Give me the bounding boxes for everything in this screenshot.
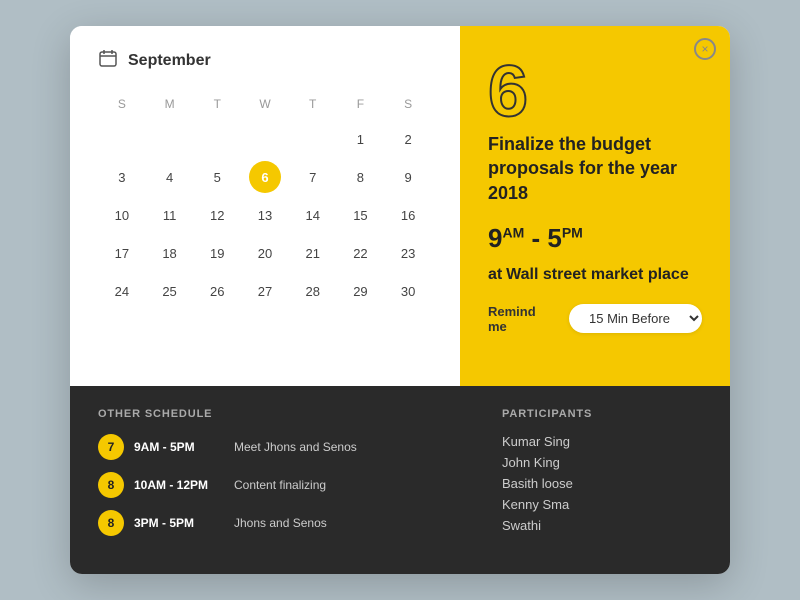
- day-labels-row: S M T W T F S: [98, 93, 432, 115]
- participant-names-list: Kumar Sing John King Basith loose Kenny Sma…: [502, 434, 702, 533]
- cal-date-5[interactable]: 5: [201, 161, 233, 193]
- schedule-badge: 8: [98, 510, 124, 536]
- participant-name: Swathi: [502, 518, 702, 533]
- cal-date-19[interactable]: 19: [201, 237, 233, 269]
- calendar-month: September: [128, 52, 211, 70]
- schedule-time: 10AM - 12PM: [134, 478, 224, 492]
- cal-date-12[interactable]: 12: [201, 199, 233, 231]
- cal-date-20[interactable]: 20: [249, 237, 281, 269]
- cal-date-14[interactable]: 14: [297, 199, 329, 231]
- top-section: September S M T W T F S 1234567891011121…: [70, 26, 730, 386]
- cal-date-28[interactable]: 28: [297, 275, 329, 307]
- cal-date-1[interactable]: 1: [344, 123, 376, 155]
- calendar-dates: 1234567891011121314151617181920212223242…: [98, 121, 432, 347]
- calendar-header: September: [98, 48, 432, 73]
- event-side: × 6 Finalize the budget proposals for th…: [460, 26, 730, 386]
- cal-date-10[interactable]: 10: [106, 199, 138, 231]
- schedule-time: 3PM - 5PM: [134, 516, 224, 530]
- schedule-badge: 7: [98, 434, 124, 460]
- time-separator: -: [531, 223, 547, 253]
- cal-date-7[interactable]: 7: [297, 161, 329, 193]
- remind-select[interactable]: 15 Min Before30 Min Before1 Hour Before1…: [569, 304, 702, 333]
- modal: September S M T W T F S 1234567891011121…: [70, 26, 730, 574]
- schedule-item: 7 9AM - 5PM Meet Jhons and Senos: [98, 434, 482, 460]
- calendar-grid: S M T W T F S 12345678910111213141516171…: [98, 93, 432, 347]
- event-title: Finalize the budget proposals for the ye…: [488, 132, 702, 205]
- cal-date-3[interactable]: 3: [106, 161, 138, 193]
- time-end: 5: [547, 223, 561, 253]
- schedule-items-list: 7 9AM - 5PM Meet Jhons and Senos 8 10AM …: [98, 434, 482, 536]
- schedule-title: OTHER SCHEDULE: [98, 408, 482, 420]
- time-start-ampm: AM: [502, 224, 524, 240]
- participants-column: PARTICIPANTS Kumar Sing John King Basith l…: [502, 408, 702, 548]
- cal-date-16[interactable]: 16: [392, 199, 424, 231]
- cal-date-2[interactable]: 2: [392, 123, 424, 155]
- event-day-number: 6: [488, 56, 702, 128]
- schedule-item: 8 10AM - 12PM Content finalizing: [98, 472, 482, 498]
- remind-label: Remind me: [488, 304, 557, 334]
- remind-row: Remind me 15 Min Before30 Min Before1 Ho…: [488, 304, 702, 334]
- location-prefix: at: [488, 266, 502, 283]
- schedule-time: 9AM - 5PM: [134, 440, 224, 454]
- bottom-section: OTHER SCHEDULE 7 9AM - 5PM Meet Jhons an…: [70, 386, 730, 574]
- cal-date-24[interactable]: 24: [106, 275, 138, 307]
- cal-date-15[interactable]: 15: [344, 199, 376, 231]
- schedule-desc: Jhons and Senos: [234, 516, 327, 530]
- day-label-s2: S: [384, 93, 432, 115]
- cal-date-18[interactable]: 18: [154, 237, 186, 269]
- time-end-ampm: PM: [562, 224, 583, 240]
- event-time: 9AM - 5PM: [488, 223, 702, 254]
- time-start: 9: [488, 223, 502, 253]
- participant-name: Kenny Sma: [502, 497, 702, 512]
- cal-date-23[interactable]: 23: [392, 237, 424, 269]
- cal-date-29[interactable]: 29: [344, 275, 376, 307]
- day-label-m: M: [146, 93, 194, 115]
- schedule-badge: 8: [98, 472, 124, 498]
- cal-date-21[interactable]: 21: [297, 237, 329, 269]
- participant-name: John King: [502, 455, 702, 470]
- cal-date-9[interactable]: 9: [392, 161, 424, 193]
- day-label-f: F: [337, 93, 385, 115]
- participants-title: PARTICIPANTS: [502, 408, 702, 420]
- day-label-t1: T: [193, 93, 241, 115]
- event-location: at Wall street market place: [488, 266, 702, 284]
- participant-name: Basith loose: [502, 476, 702, 491]
- day-label-t2: T: [289, 93, 337, 115]
- cal-date-4[interactable]: 4: [154, 161, 186, 193]
- cal-date-8[interactable]: 8: [344, 161, 376, 193]
- cal-date-13[interactable]: 13: [249, 199, 281, 231]
- cal-date-27[interactable]: 27: [249, 275, 281, 307]
- schedule-column: OTHER SCHEDULE 7 9AM - 5PM Meet Jhons an…: [98, 408, 502, 548]
- calendar-icon: [98, 48, 118, 73]
- day-label-s1: S: [98, 93, 146, 115]
- schedule-desc: Content finalizing: [234, 478, 326, 492]
- location-name: Wall street market place: [506, 266, 689, 283]
- cal-date-11[interactable]: 11: [154, 199, 186, 231]
- cal-date-22[interactable]: 22: [344, 237, 376, 269]
- cal-date-26[interactable]: 26: [201, 275, 233, 307]
- schedule-item: 8 3PM - 5PM Jhons and Senos: [98, 510, 482, 536]
- cal-date-17[interactable]: 17: [106, 237, 138, 269]
- calendar-side: September S M T W T F S 1234567891011121…: [70, 26, 460, 386]
- cal-date-25[interactable]: 25: [154, 275, 186, 307]
- close-button[interactable]: ×: [694, 38, 716, 60]
- schedule-desc: Meet Jhons and Senos: [234, 440, 357, 454]
- day-label-w: W: [241, 93, 289, 115]
- cal-date-30[interactable]: 30: [392, 275, 424, 307]
- cal-date-6[interactable]: 6: [249, 161, 281, 193]
- participant-name: Kumar Sing: [502, 434, 702, 449]
